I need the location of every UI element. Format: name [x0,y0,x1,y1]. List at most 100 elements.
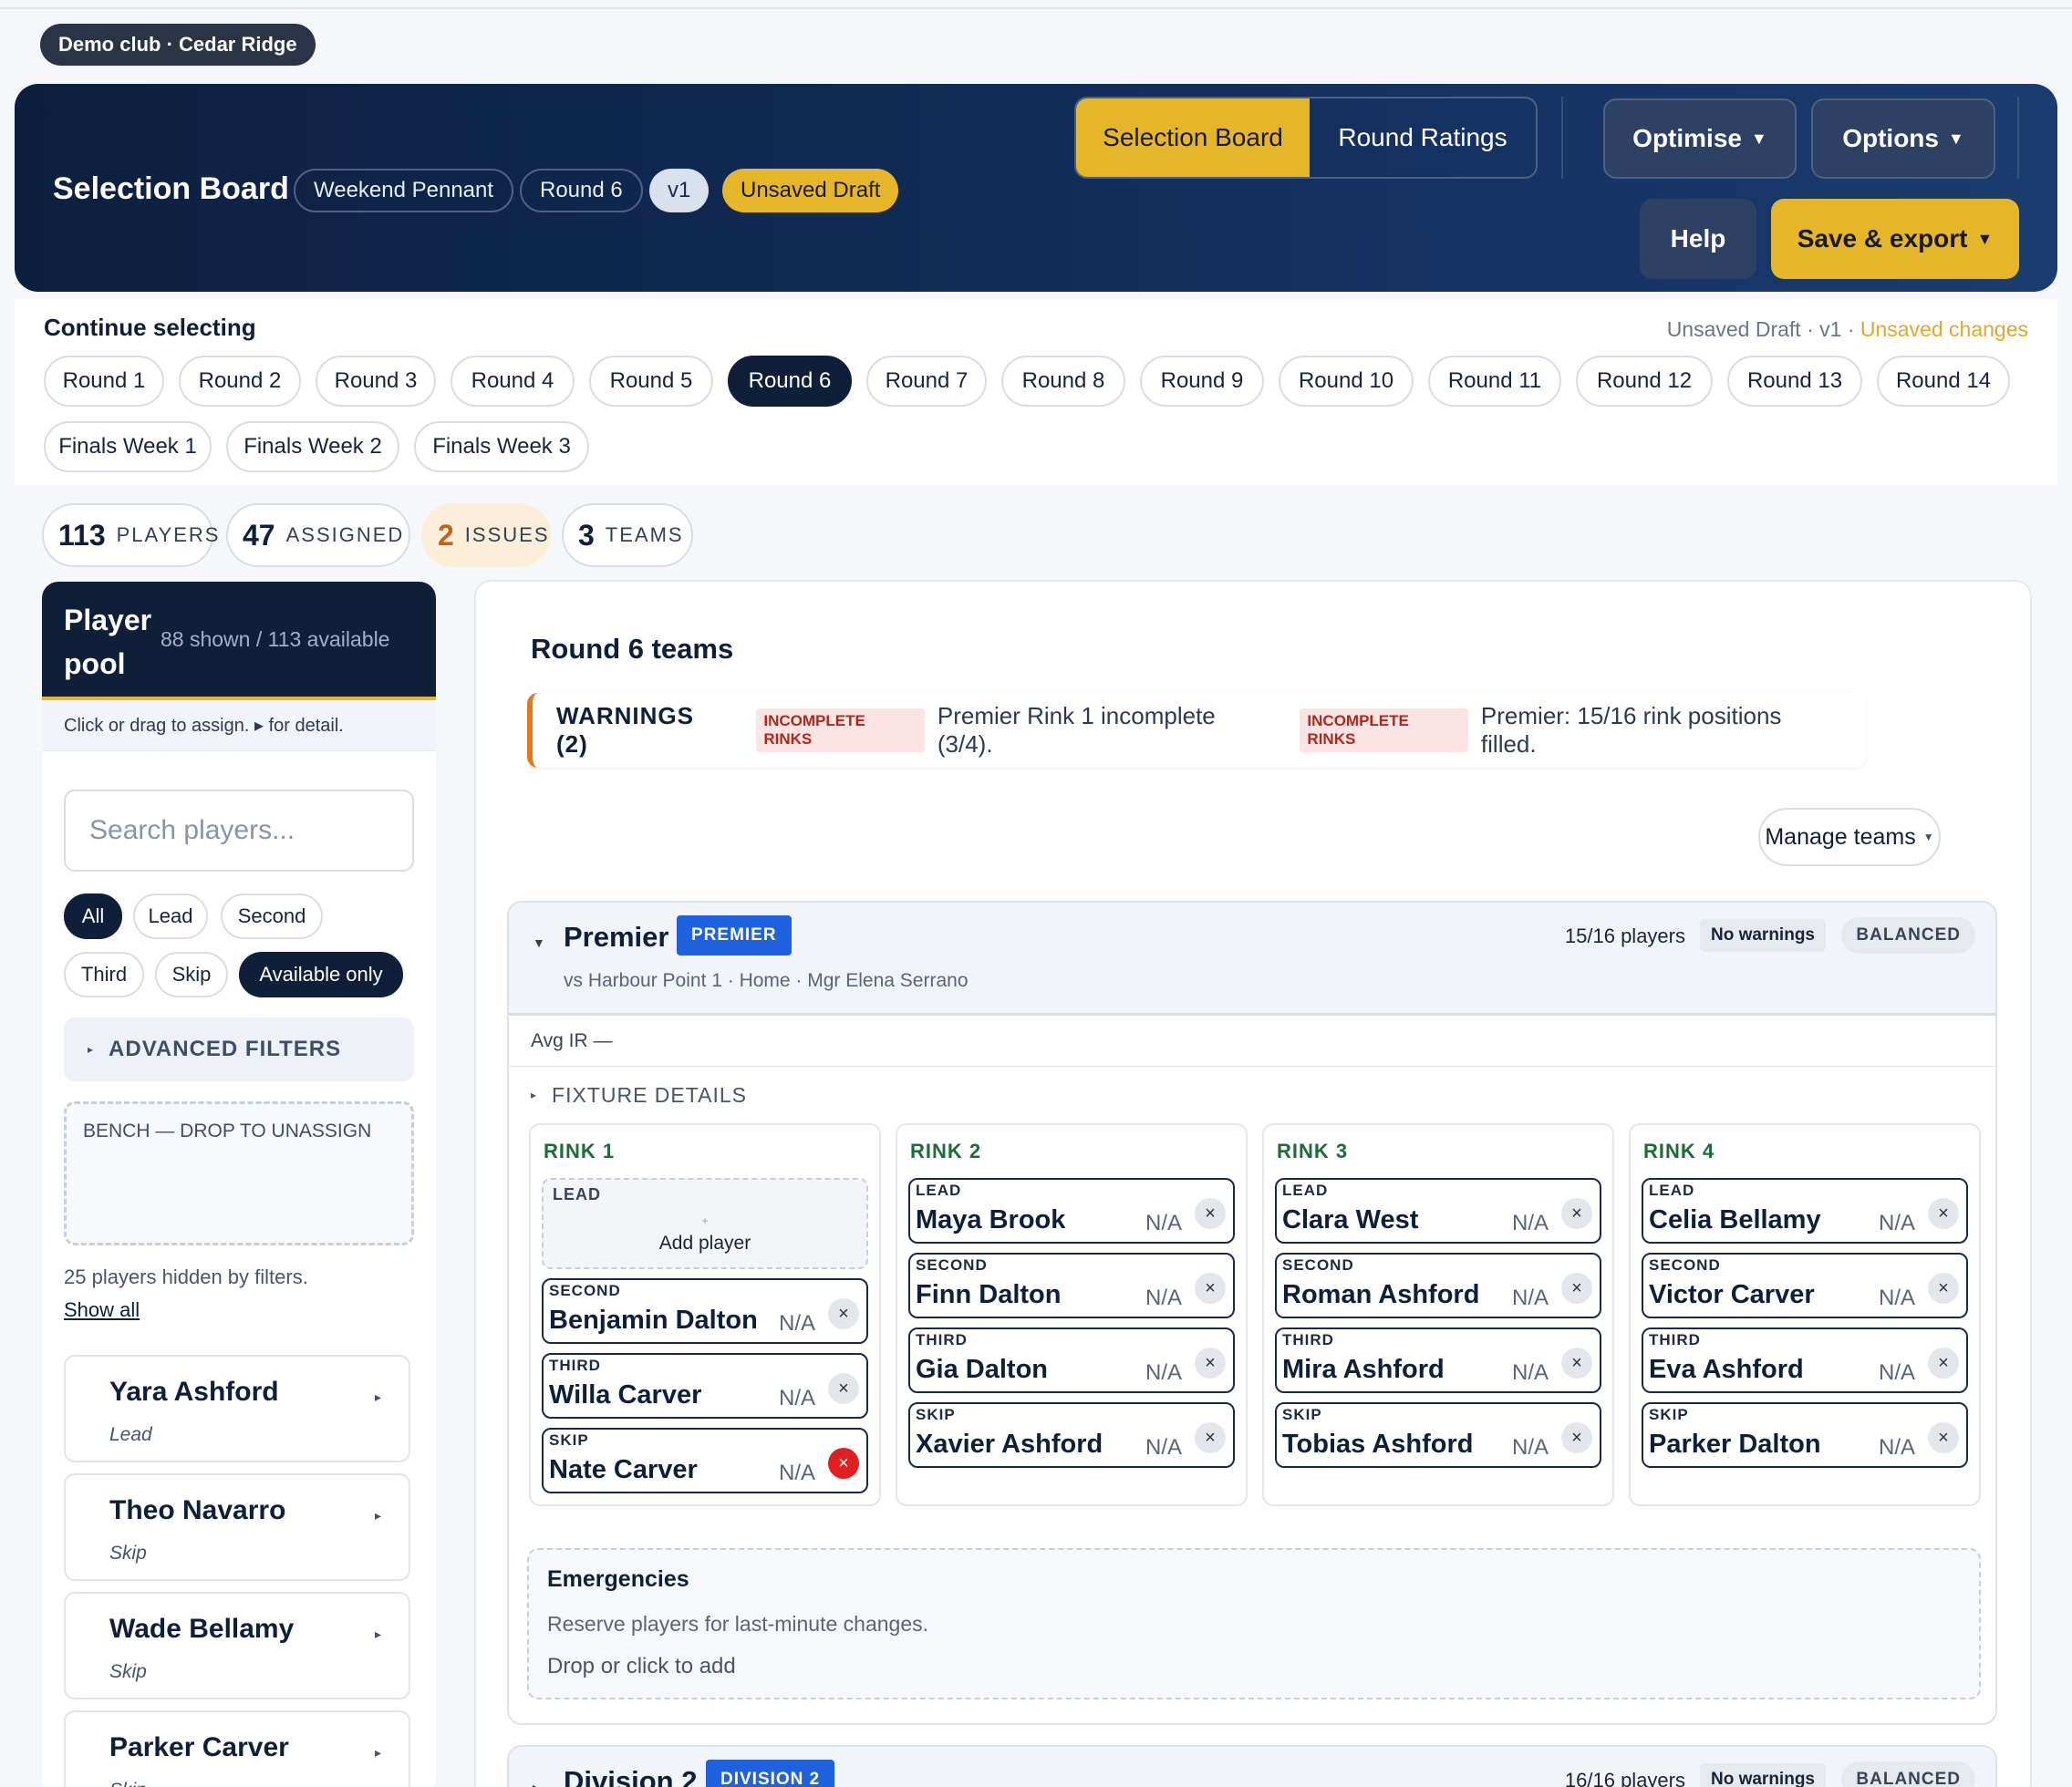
player-slot[interactable]: THIRD Gia Dalton N/A × [908,1327,1235,1393]
options-button[interactable]: Options ▼ [1811,98,1995,179]
round-teams-title: Round 6 teams [531,633,734,665]
player-card[interactable]: Theo Navarro Skip ▸ [64,1473,410,1581]
player-card[interactable]: Yara Ashford Lead ▸ [64,1355,410,1462]
player-card[interactable]: Wade Bellamy Skip ▸ [64,1592,410,1699]
round-button[interactable]: Round 1 [44,356,164,407]
rink-card: RINK 1 LEAD + Add player SECOND Benjamin Dalt… [529,1123,881,1506]
round-button[interactable]: Round 8 [1001,356,1125,407]
player-slot[interactable]: SECOND Roman Ashford N/A × [1275,1253,1601,1318]
warning-message: Premier Rink 1 incomplete (3/4). [937,702,1216,758]
filter-second[interactable]: Second [221,894,323,939]
close-icon[interactable]: × [1928,1273,1959,1304]
close-icon[interactable]: × [1561,1422,1592,1453]
slot-position: THIRD [1282,1331,1334,1348]
close-icon[interactable]: × [1561,1198,1592,1229]
close-icon[interactable]: × [1928,1348,1959,1379]
round-button[interactable]: Round 12 [1576,356,1713,407]
round-button[interactable]: Round 5 [589,356,713,407]
player-slot[interactable]: LEAD Maya Brook N/A × [908,1178,1235,1244]
caret-right-icon[interactable]: ▸ [533,1780,539,1787]
caret-right-icon[interactable]: ▸ [375,1389,381,1405]
rinks-grid: RINK 1 LEAD + Add player SECOND Benjamin Dalt… [509,1123,1995,1523]
player-position: Skip [109,1661,147,1682]
finals-button[interactable]: Finals Week 3 [414,421,589,472]
player-pool-title: Player pool [64,604,152,680]
close-icon[interactable]: × [1195,1273,1226,1304]
advanced-filters-toggle[interactable]: ▸ ADVANCED FILTERS [64,1017,414,1081]
round-button[interactable]: Round 2 [179,356,301,407]
search-input[interactable]: Search players... [64,790,414,872]
round-button[interactable]: Round 9 [1140,356,1264,407]
player-slot[interactable]: SKIP Xavier Ashford N/A × [908,1402,1235,1468]
rink-card: RINK 3 LEAD Clara West N/A × SECOND Roman Ashf… [1262,1123,1614,1506]
close-icon[interactable]: × [1561,1348,1592,1379]
player-slot[interactable]: THIRD Willa Carver N/A × [542,1353,868,1419]
caret-right-icon[interactable]: ▸ [375,1745,381,1761]
round-button[interactable]: Round 11 [1428,356,1561,407]
show-all-link[interactable]: Show all [64,1298,140,1322]
close-icon[interactable]: × [1195,1422,1226,1453]
team-header[interactable]: ▸ Division 2 DIVISION 2 16/16 players No… [509,1747,1995,1787]
team-player-count: 16/16 players [1564,1769,1685,1787]
close-icon[interactable]: × [828,1298,859,1329]
player-slot[interactable]: SECOND Benjamin Dalton N/A × [542,1278,868,1344]
round-button[interactable]: Round 10 [1279,356,1414,407]
close-icon[interactable]: × [828,1448,859,1479]
tab-round-ratings[interactable]: Round Ratings [1310,98,1536,177]
filter-skip[interactable]: Skip [155,952,228,997]
caret-down-icon[interactable]: ▼ [533,935,545,950]
stat-issues[interactable]: 2 ISSUES [421,503,551,567]
manage-teams-button[interactable]: Manage teams ▼ [1758,808,1941,866]
player-slot[interactable]: THIRD Eva Ashford N/A × [1642,1327,1968,1393]
slot-player-name: Finn Dalton [916,1280,1062,1309]
caret-right-icon[interactable]: ▸ [375,1627,381,1642]
round-selector-heading: Continue selecting [44,314,256,341]
close-icon[interactable]: × [1928,1422,1959,1453]
player-slot[interactable]: LEAD Clara West N/A × [1275,1178,1601,1244]
save-export-button[interactable]: Save & export ▼ [1771,199,2019,279]
team-header[interactable]: ▼ Premier PREMIER vs Harbour Point 1 · H… [509,903,1995,1016]
bench-drop-zone[interactable]: BENCH — DROP TO UNASSIGN [64,1101,414,1245]
finals-button[interactable]: Finals Week 1 [44,421,212,472]
player-slot[interactable]: SECOND Victor Carver N/A × [1642,1253,1968,1318]
fixture-details-toggle[interactable]: ▸ FIXTURE DETAILS [509,1067,1995,1123]
caret-down-icon: ▼ [1976,229,1994,248]
emergencies-drop-zone[interactable]: Emergencies Reserve players for last-min… [527,1548,1981,1699]
filter-all[interactable]: All [64,894,122,939]
round-button[interactable]: Round 7 [866,356,987,407]
round-button[interactable]: Round 14 [1877,356,2010,407]
help-button[interactable]: Help [1640,199,1756,279]
finals-button[interactable]: Finals Week 2 [226,421,399,472]
player-slot[interactable]: SKIP Nate Carver N/A × [542,1428,868,1493]
round-button[interactable]: Round 6 [728,356,852,407]
close-icon[interactable]: × [1928,1198,1959,1229]
slot-rating: N/A [778,1311,815,1336]
optimise-button[interactable]: Optimise ▼ [1603,98,1797,179]
player-slot[interactable]: SKIP Parker Dalton N/A × [1642,1402,1968,1468]
caret-right-icon[interactable]: ▸ [375,1508,381,1524]
player-slot[interactable]: SECOND Finn Dalton N/A × [908,1253,1235,1318]
close-icon[interactable]: × [1195,1348,1226,1379]
player-slot[interactable]: SKIP Tobias Ashford N/A × [1275,1402,1601,1468]
player-slot[interactable]: LEAD Celia Bellamy N/A × [1642,1178,1968,1244]
round-pill: Round 6 [520,169,643,212]
slot-player-name: Victor Carver [1649,1280,1815,1309]
slot-player-name: Maya Brook [916,1205,1066,1234]
slot-player-name: Celia Bellamy [1649,1205,1821,1234]
round-button[interactable]: Round 3 [316,356,436,407]
round-button[interactable]: Round 13 [1727,356,1862,407]
filter-lead[interactable]: Lead [133,894,208,939]
close-icon[interactable]: × [828,1373,859,1404]
slot-player-name: Benjamin Dalton [549,1306,758,1335]
rink-label: RINK 4 [1643,1140,1715,1162]
player-slot[interactable]: THIRD Mira Ashford N/A × [1275,1327,1601,1393]
filter-available-only[interactable]: Available only [239,952,403,997]
tab-selection-board[interactable]: Selection Board [1076,98,1310,177]
round-button[interactable]: Round 4 [451,356,575,407]
close-icon[interactable]: × [1195,1198,1226,1229]
player-card[interactable]: Parker Carver Skip ▸ [64,1710,410,1787]
filter-third[interactable]: Third [64,952,144,997]
balanced-badge: BALANCED [1841,1761,1975,1787]
empty-slot[interactable]: LEAD + Add player [542,1178,868,1269]
close-icon[interactable]: × [1561,1273,1592,1304]
